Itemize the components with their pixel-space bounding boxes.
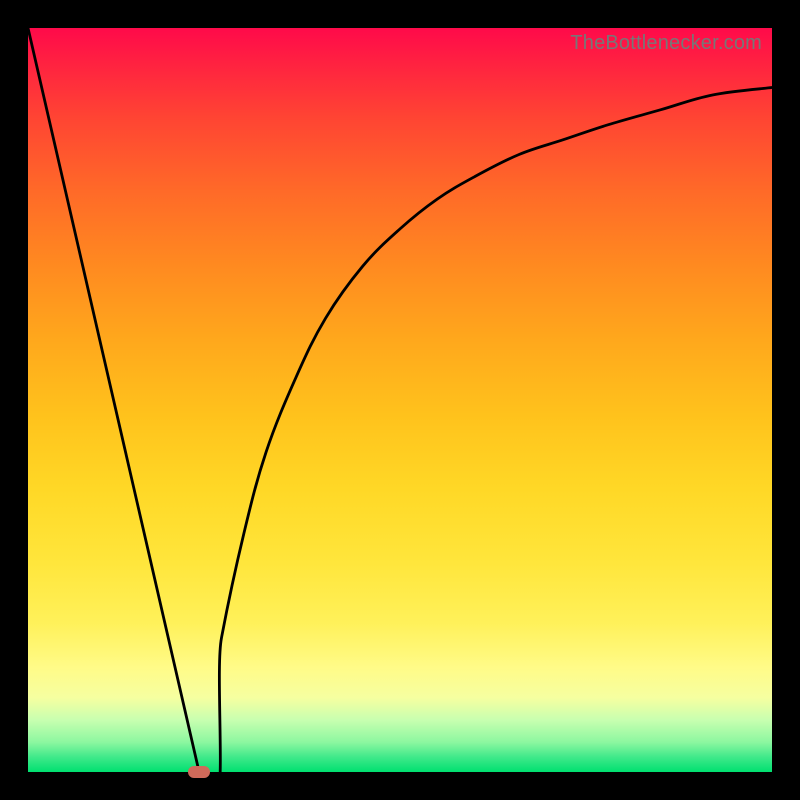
- chart-curve: [28, 28, 772, 772]
- plot-area: TheBottlenecker.com: [28, 28, 772, 772]
- optimal-marker: [188, 766, 210, 778]
